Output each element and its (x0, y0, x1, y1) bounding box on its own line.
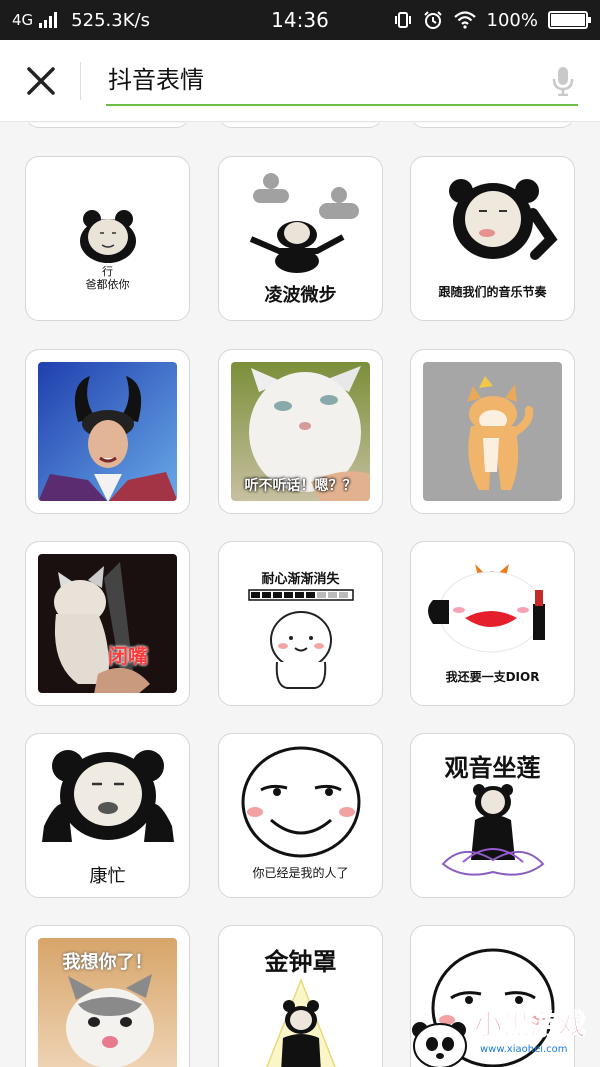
sticker-caption: 我还要一支DIOR (445, 670, 540, 684)
close-icon[interactable] (24, 64, 58, 98)
watermark-text: 小黑游戏 (474, 1008, 586, 1041)
sticker-caption: 金钟罩 (264, 948, 337, 976)
sticker-caption: 听不听话！嗯？？ (244, 478, 357, 494)
sticker-image: 听不听话！嗯？？ (231, 362, 370, 501)
horned-man-image (38, 376, 177, 501)
sticker-image: 我还要一支DIOR (423, 554, 562, 693)
sticker-image: 耐心渐渐消失 (231, 554, 370, 693)
alarm-icon (423, 11, 442, 29)
status-right: 100% (368, 9, 591, 31)
sticker-card[interactable]: 听不听话！嗯？？ (218, 349, 383, 514)
panda-hands-image (42, 750, 174, 842)
sticker-image: 凌波微步 (231, 169, 370, 308)
smiling-blob-image (270, 611, 332, 689)
watermark-url: www.xiaohei.com (480, 1044, 568, 1055)
sticker-grid: 行 爸都依你 凌波微步 跟随我们的音乐节奏 听不听话！嗯？？ 闭嘴 耐心渐渐消失… (0, 123, 600, 1067)
sticker-card[interactable]: 你已经是我的人了 (218, 733, 383, 898)
sticker-image: 跟随我们的音乐节奏 (423, 169, 562, 308)
sticker-card[interactable] (410, 349, 575, 514)
status-left: 4G 525.3K/s (12, 10, 232, 31)
signal-icon (39, 12, 58, 28)
sticker-caption: 行 爸都依你 (85, 265, 130, 291)
vibrate-icon (394, 12, 411, 28)
search-query[interactable]: 抖音表情 (106, 58, 578, 102)
sticker-image: 康忙 (38, 746, 177, 885)
sticker-image: 金钟罩 (231, 938, 370, 1067)
panda-bell-image (266, 977, 336, 1067)
sticker-card[interactable]: 耐心渐渐消失 (218, 541, 383, 706)
panda-lotus-image (441, 784, 545, 876)
search-input[interactable]: 抖音表情 (106, 58, 578, 106)
sticker-card-partial[interactable] (410, 123, 575, 128)
status-time: 14:36 (271, 8, 329, 32)
header-divider (80, 62, 81, 100)
smug-face-image (241, 746, 361, 858)
network-type: 4G (12, 11, 34, 29)
sticker-card[interactable]: 闭嘴 (25, 541, 190, 706)
sticker-card[interactable]: 跟随我们的音乐节奏 (410, 156, 575, 321)
sticker-card[interactable]: 我想你了！ (25, 925, 190, 1067)
status-bar: 4G 525.3K/s 14:36 100% (0, 0, 600, 40)
battery-icon (548, 11, 591, 29)
sticker-card[interactable]: 康忙 (25, 733, 190, 898)
sticker-image (423, 362, 562, 501)
sticker-caption: 闭嘴 (108, 644, 148, 668)
lipstick-meme-image (428, 564, 545, 653)
sticker-caption: 跟随我们的音乐节奏 (438, 285, 547, 299)
loading-bar-image (248, 589, 354, 601)
sticker-image: 我想你了！ (38, 938, 177, 1067)
sticker-image: 行 爸都依你 (38, 169, 177, 308)
sticker-card[interactable]: 金钟罩 (218, 925, 383, 1067)
sticker-card-partial[interactable] (218, 123, 383, 128)
cat-knife-image (54, 562, 150, 693)
sticker-card[interactable]: 行 爸都依你 (25, 156, 190, 321)
sticker-caption: 你已经是我的人了 (252, 866, 349, 880)
sticker-image (38, 362, 177, 501)
sticker-image: 闭嘴 (38, 554, 177, 693)
sticker-caption: 观音坐莲 (444, 754, 541, 782)
sticker-caption: 康忙 (89, 866, 126, 885)
site-watermark-logo: 小黑游戏 www.xiaohei.com (412, 1008, 587, 1067)
sticker-card[interactable]: 观音坐莲 (410, 733, 575, 898)
microphone-icon[interactable] (552, 66, 574, 96)
sticker-card[interactable]: 我还要一支DIOR (410, 541, 575, 706)
battery-percent: 100% (486, 9, 538, 31)
sticker-caption: 凌波微步 (264, 285, 337, 306)
shiba-dog-image (467, 376, 534, 490)
kitten-image (66, 974, 154, 1067)
sticker-card-partial[interactable] (25, 123, 190, 128)
search-header: 抖音表情 (0, 40, 600, 122)
wifi-icon (453, 11, 476, 29)
network-speed: 525.3K/s (71, 9, 150, 31)
sticker-card[interactable]: 凌波微步 (218, 156, 383, 321)
sticker-image: 观音坐莲 (423, 746, 562, 885)
sticker-image: 你已经是我的人了 (231, 746, 370, 885)
sticker-card[interactable] (25, 349, 190, 514)
sticker-caption: 耐心渐渐消失 (261, 572, 340, 587)
